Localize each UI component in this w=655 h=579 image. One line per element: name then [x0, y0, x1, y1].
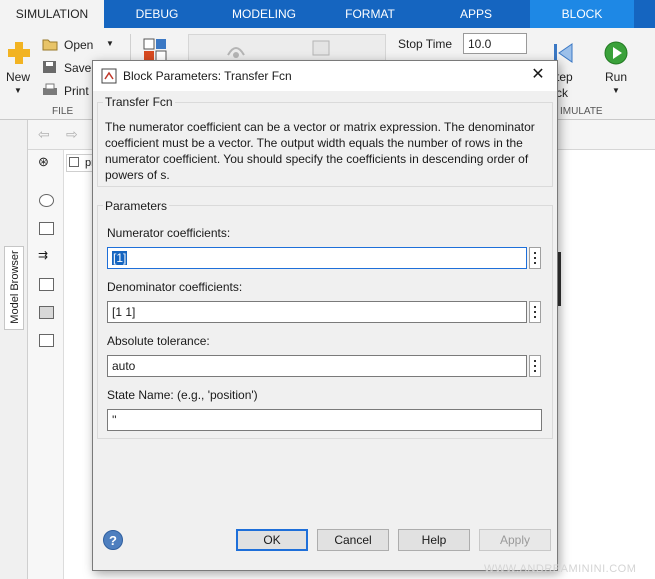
- forward-arrow-icon[interactable]: ⇨: [66, 126, 78, 143]
- print-label: Print: [64, 84, 89, 98]
- file-section-label: FILE: [52, 106, 74, 117]
- save-label: Save: [64, 61, 92, 75]
- numerator-more-button[interactable]: [529, 247, 541, 269]
- arrow-right-icon[interactable]: ⇉: [38, 248, 48, 262]
- help-question-icon[interactable]: ?: [103, 530, 123, 550]
- print-button[interactable]: Print: [40, 82, 92, 100]
- tab-modeling[interactable]: MODELING: [210, 0, 318, 28]
- tab-block[interactable]: BLOCK: [530, 0, 634, 28]
- help-button[interactable]: Help: [398, 529, 470, 551]
- parameters-title: Parameters: [103, 199, 170, 213]
- denominator-more-button[interactable]: [529, 301, 541, 323]
- numerator-value: [1]: [112, 251, 128, 265]
- image-icon[interactable]: [39, 306, 54, 319]
- stop-time-input[interactable]: [463, 33, 527, 54]
- dialog-title: Block Parameters: Transfer Fcn: [123, 69, 292, 83]
- chevron-down-icon: ▼: [106, 39, 114, 48]
- ok-button[interactable]: OK: [236, 529, 308, 551]
- denominator-input[interactable]: [1 1]: [107, 301, 527, 323]
- tool-palette: ⊛ ⇉: [28, 150, 64, 579]
- zoom-icon[interactable]: [39, 194, 54, 207]
- state-name-value: '': [112, 413, 117, 427]
- back-arrow-icon[interactable]: ⇦: [38, 126, 50, 143]
- stop-time-label: Stop Time: [398, 37, 453, 51]
- dialog-title-bar: Block Parameters: Transfer Fcn ✕: [93, 61, 557, 91]
- left-rail: Model Browser: [0, 120, 28, 579]
- apply-button[interactable]: Apply: [479, 529, 551, 551]
- tab-simulation[interactable]: SIMULATION: [0, 0, 104, 28]
- simulink-block-icon: [101, 68, 117, 84]
- absolute-tolerance-input[interactable]: auto: [107, 355, 527, 377]
- tab-format[interactable]: FORMAT: [318, 0, 422, 28]
- save-disk-icon: [43, 61, 56, 73]
- cancel-button[interactable]: Cancel: [317, 529, 389, 551]
- close-icon[interactable]: ✕: [527, 64, 549, 86]
- absolute-tolerance-value: auto: [112, 359, 136, 373]
- model-browser-label: Model Browser: [9, 250, 21, 324]
- chevron-down-icon: ▼: [612, 86, 620, 95]
- watermark: WWW.ANDREAMININI.COM: [484, 563, 637, 575]
- numerator-input[interactable]: [1]: [107, 247, 527, 269]
- numerator-label: Numerator coefficients:: [107, 226, 231, 240]
- model-breadcrumb[interactable]: pr: [66, 154, 95, 172]
- area-icon[interactable]: [39, 334, 54, 347]
- block-parameters-dialog: Block Parameters: Transfer Fcn ✕ Transfe…: [92, 60, 558, 571]
- open-button[interactable]: Open ▼: [40, 36, 118, 54]
- run-label: Run: [605, 70, 628, 84]
- state-name-input[interactable]: '': [107, 409, 542, 431]
- numerator-selected-text: [1]: [112, 251, 128, 265]
- chevron-down-icon: ▼: [14, 86, 22, 95]
- tab-debug[interactable]: DEBUG: [104, 0, 210, 28]
- ribbon-tab-bar: SIMULATION DEBUG MODELING FORMAT APPS BL…: [0, 0, 655, 28]
- folder-icon: [42, 39, 58, 51]
- save-button[interactable]: Save: [40, 59, 92, 77]
- run-button[interactable]: Run ▼: [600, 36, 634, 102]
- block-edge: [558, 252, 561, 306]
- model-browser-tab[interactable]: Model Browser: [4, 246, 24, 330]
- hide-palette-icon[interactable]: ⊛: [38, 154, 49, 170]
- block-description: The numerator coefficient can be a vecto…: [105, 120, 535, 182]
- model-icon: [69, 157, 79, 167]
- step-label-line1: tep: [556, 70, 573, 84]
- state-name-label: State Name: (e.g., 'position'): [107, 388, 258, 402]
- new-label: New: [6, 70, 31, 84]
- annotation-icon[interactable]: [39, 278, 54, 291]
- tab-apps[interactable]: APPS: [422, 0, 530, 28]
- absolute-tolerance-more-button[interactable]: [529, 355, 541, 377]
- printer-icon: [43, 83, 57, 95]
- block-type-title: Transfer Fcn: [103, 95, 175, 109]
- denominator-label: Denominator coefficients:: [107, 280, 243, 294]
- open-label: Open: [64, 38, 94, 52]
- fit-to-view-icon[interactable]: [39, 222, 54, 235]
- denominator-value: [1 1]: [112, 305, 136, 319]
- absolute-tolerance-label: Absolute tolerance:: [107, 334, 210, 348]
- play-icon: [604, 41, 628, 65]
- simulate-section-label: IMULATE: [560, 106, 603, 117]
- new-button[interactable]: New ▼: [4, 36, 34, 102]
- new-plus-icon: [8, 42, 30, 64]
